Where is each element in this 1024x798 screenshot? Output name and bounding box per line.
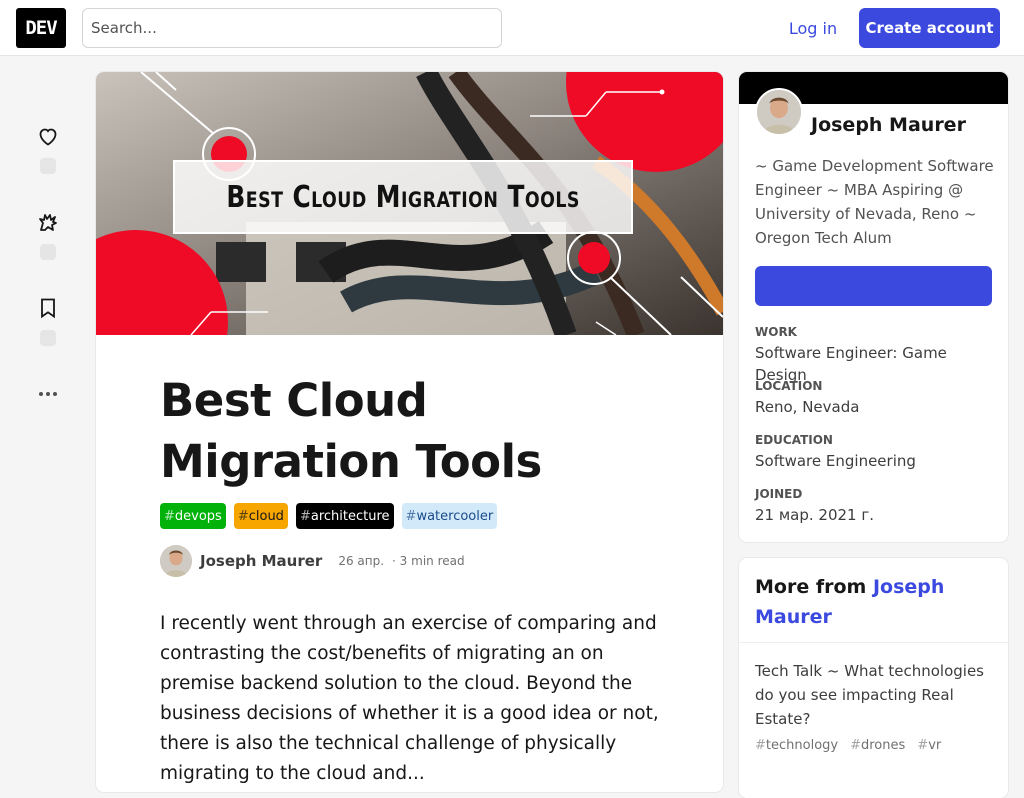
create-account-button[interactable]: Create account	[859, 8, 1000, 48]
author-profile-card: Joseph Maurer ~ Game Development Softwar…	[739, 72, 1008, 542]
profile-name[interactable]: Joseph Maurer	[811, 114, 966, 136]
tag-label: watercooler	[416, 508, 494, 524]
tag-label: technology	[765, 738, 839, 753]
cover-title-text: Best Cloud Migration Tools	[226, 179, 580, 215]
more-from-heading: More from Joseph Maurer	[755, 572, 985, 632]
profile-avatar[interactable]	[755, 88, 803, 136]
tag-hash: #	[237, 508, 249, 524]
dev-logo[interactable]: DEV	[16, 8, 66, 48]
detail-joined: JOINED 21 мар. 2021 г.	[755, 486, 995, 526]
unicorn-count	[40, 244, 56, 260]
heart-count	[40, 158, 56, 174]
detail-label: LOCATION	[755, 379, 823, 393]
tag-label: vr	[928, 738, 942, 753]
unicorn-icon	[39, 214, 57, 231]
more-from-card: More from Joseph Maurer Tech Talk ~ What…	[739, 558, 1008, 798]
author-avatar[interactable]	[160, 545, 192, 577]
more-article-title[interactable]: Tech Talk ~ What technologies do you see…	[755, 659, 995, 731]
more-tag-technology[interactable]: #technology	[755, 738, 838, 753]
tag-cloud[interactable]: # cloud	[233, 503, 288, 529]
tag-label: architecture	[310, 508, 390, 524]
bookmark-icon	[41, 298, 55, 319]
detail-label: EDUCATION	[755, 433, 833, 447]
more-icon	[39, 392, 57, 396]
article-card: Best Cloud Migration Tools Best Cloud Mi…	[96, 72, 723, 792]
login-link[interactable]: Log in	[776, 8, 850, 48]
article-title: Best Cloud Migration Tools	[160, 374, 542, 488]
detail-work: WORK Software Engineer: Game Design	[755, 324, 995, 386]
tag-watercooler[interactable]: # watercooler	[401, 503, 498, 529]
read-time: · 3 min read	[392, 554, 465, 568]
divider	[739, 642, 1008, 643]
top-header: DEV Log in Create account	[0, 0, 1024, 56]
author-name[interactable]: Joseph Maurer	[200, 552, 322, 570]
profile-bio: ~ Game Development Software Engineer ~ M…	[755, 157, 994, 247]
tag-hash: #	[164, 508, 175, 524]
tag-label: drones	[861, 738, 906, 753]
bookmark-button[interactable]	[28, 296, 68, 346]
detail-value: Reno, Nevada	[755, 398, 860, 416]
cover-title-box: Best Cloud Migration Tools	[173, 160, 633, 234]
detail-label: WORK	[755, 325, 797, 339]
tag-label: devops	[174, 508, 222, 524]
detail-value: Software Engineering	[755, 452, 916, 470]
more-article-tags: #technology #drones #vr	[755, 738, 941, 753]
author-row: Joseph Maurer 26 апр. · 3 min read	[160, 545, 465, 577]
detail-label: JOINED	[755, 487, 803, 501]
article-body: I recently went through an exercise of c…	[160, 613, 659, 784]
tag-list: # devops # cloud # architecture # watercoole…	[160, 503, 498, 529]
follow-button[interactable]	[755, 266, 992, 306]
tag-devops[interactable]: # devops	[160, 503, 226, 529]
tag-label: cloud	[248, 508, 284, 524]
tag-architecture[interactable]: # architecture	[295, 503, 394, 529]
search-input[interactable]	[82, 8, 502, 48]
heart-icon	[39, 128, 57, 146]
more-options-button[interactable]	[28, 382, 68, 406]
tag-hash: #	[299, 508, 311, 524]
detail-location: LOCATION Reno, Nevada	[755, 378, 995, 418]
more-tag-vr[interactable]: #vr	[917, 738, 941, 753]
cover-image: Best Cloud Migration Tools	[96, 72, 723, 335]
heart-reaction-button[interactable]	[28, 124, 68, 174]
tag-hash: #	[405, 508, 417, 524]
more-tag-drones[interactable]: #drones	[850, 738, 905, 753]
unicorn-reaction-button[interactable]	[28, 210, 68, 260]
bookmark-count	[40, 330, 56, 346]
publish-date: 26 апр.	[338, 554, 385, 568]
detail-education: EDUCATION Software Engineering	[755, 432, 995, 472]
detail-value: 21 мар. 2021 г.	[755, 506, 875, 524]
more-from-prefix: More from	[755, 576, 867, 598]
